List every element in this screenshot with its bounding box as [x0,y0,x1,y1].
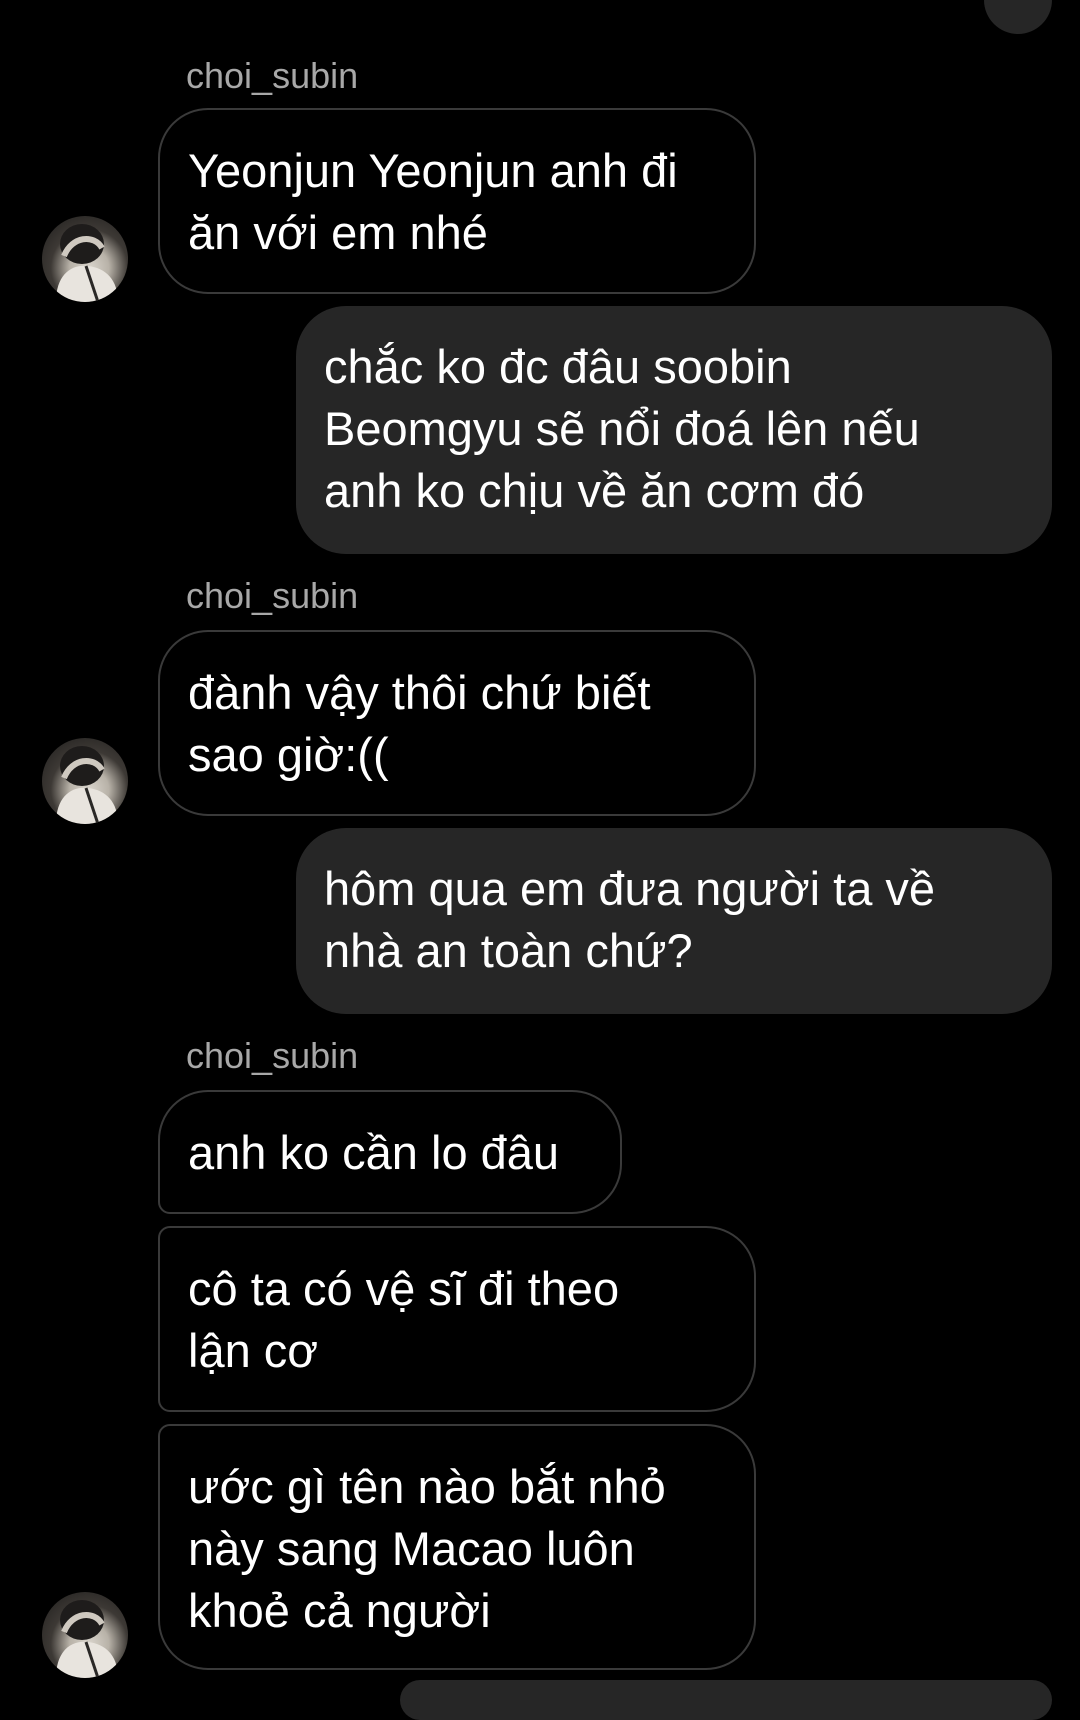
incoming-message-bubble[interactable]: anh ko cần lo đâu [158,1090,622,1214]
avatar[interactable] [42,738,128,824]
avatar[interactable] [42,1592,128,1678]
outgoing-message-bubble-partial[interactable] [400,1680,1052,1720]
sender-name: choi_subin [186,1035,359,1076]
incoming-message-bubble[interactable]: ước gì tên nào bắt nhỏ này sang Macao lu… [158,1424,756,1670]
avatar[interactable] [42,216,128,302]
message-thread: choi_subin Yeonjun Yeonjun anh đi ăn với… [0,0,1080,1720]
sender-name: choi_subin [186,55,359,96]
incoming-message-bubble[interactable]: Yeonjun Yeonjun anh đi ăn với em nhé [158,108,756,294]
header-button-partial[interactable] [984,0,1052,34]
outgoing-message-bubble[interactable]: chắc ko đc đâu soobin Beomgyu sẽ nổi đoá… [296,306,1052,554]
incoming-message-bubble[interactable]: đành vậy thôi chứ biết sao giờ:(( [158,630,756,816]
incoming-message-bubble[interactable]: cô ta có vệ sĩ đi theo lận cơ [158,1226,756,1412]
outgoing-message-bubble[interactable]: hôm qua em đưa người ta về nhà an toàn c… [296,828,1052,1014]
sender-name: choi_subin [186,575,359,616]
